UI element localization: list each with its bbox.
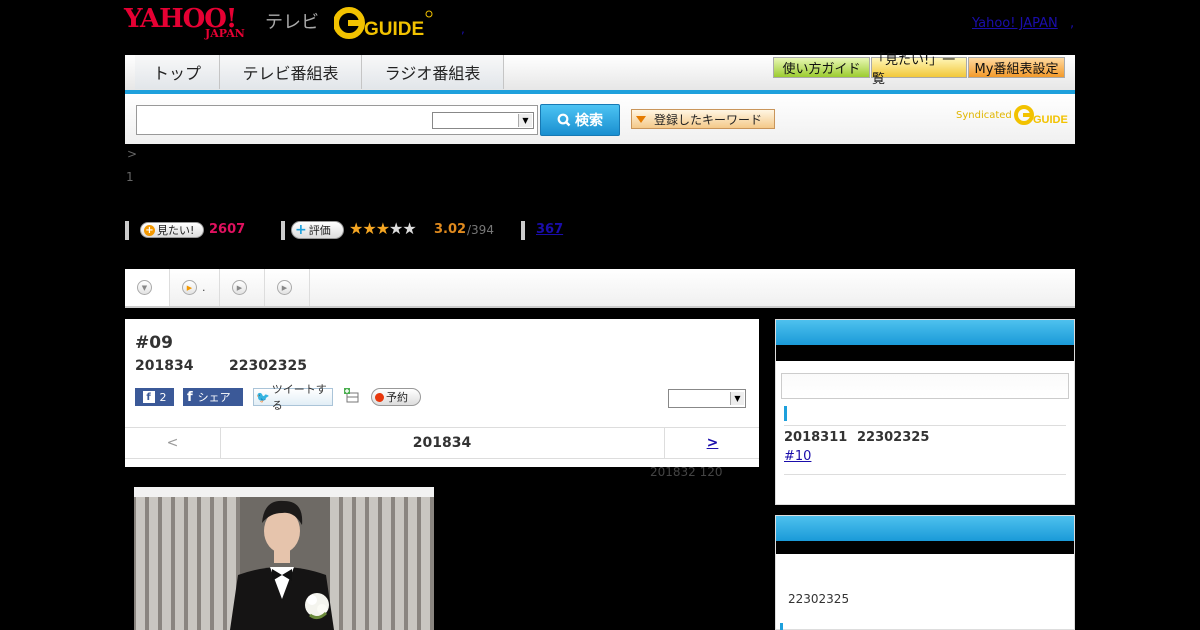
subtab-2-label: . xyxy=(202,281,206,294)
chevron-down-icon: ▼ xyxy=(518,114,532,127)
my-listings-settings-button[interactable]: My番組表設定 xyxy=(968,57,1065,78)
search-icon xyxy=(557,113,571,127)
rating-stars: ★★★★★ xyxy=(349,219,417,238)
syndicated-text: Syndicated xyxy=(956,109,1012,121)
stat-divider xyxy=(521,221,525,240)
subtab-4[interactable]: ▶ xyxy=(265,269,310,306)
chevron-down-circle-icon: ▼ xyxy=(137,280,152,295)
facebook-like-button[interactable]: f 2 xyxy=(135,388,174,406)
star-empty-icon: ★ xyxy=(402,219,416,238)
want-list-button[interactable]: 「見たい!」一覧 xyxy=(871,53,967,87)
facebook-icon: f xyxy=(187,389,193,405)
reserve-recording-button[interactable]: 予約 xyxy=(371,388,421,406)
star-empty-icon: ★ xyxy=(389,219,403,238)
stat-divider xyxy=(281,221,285,240)
sidebar-second-panel xyxy=(775,515,1075,630)
play-circle-icon: ▶ xyxy=(182,280,197,295)
program-date: 201834 xyxy=(135,358,194,374)
yahoo-japan-sublogo: JAPAN xyxy=(205,27,245,40)
next-episode-link[interactable]: #10 xyxy=(784,449,811,464)
search-button[interactable]: 検索 xyxy=(540,104,620,136)
sidebar-accent-bar xyxy=(784,406,787,421)
next-broadcast-date: 2018311 xyxy=(784,430,848,445)
review-count-link[interactable]: 367 xyxy=(536,222,563,237)
program-photo xyxy=(134,487,434,630)
bookmark-add-icon[interactable] xyxy=(344,388,359,403)
want-button-label: 見たい! xyxy=(157,224,195,237)
want-count: 2607 xyxy=(209,222,246,237)
want-button[interactable]: + 見たい! xyxy=(140,222,204,238)
tweet-label: ツイートする xyxy=(271,383,327,412)
program-subtabs: ▼ ▶ . ▶ ▶ xyxy=(125,269,1075,308)
subtab-3[interactable]: ▶ xyxy=(220,269,265,306)
stat-divider xyxy=(125,221,129,240)
rating-value: 3.02 xyxy=(434,222,467,237)
gguide-small-logo: GUIDE xyxy=(1013,105,1068,126)
nav-tab-tv-listings[interactable]: テレビ番組表 xyxy=(220,55,362,89)
syndicated-badge: Syndicated GUIDE xyxy=(956,104,1070,126)
header-dot-link[interactable]: , xyxy=(461,22,465,36)
sidebar-accent-bar xyxy=(780,623,783,630)
yahoo-japan-link[interactable]: Yahoo! JAPAN xyxy=(972,16,1058,31)
rating-count: /394 xyxy=(467,223,494,237)
sidebar-divider xyxy=(784,474,1066,475)
sidebar-panel-header xyxy=(776,516,1074,541)
gguide-logo[interactable]: GUIDE xyxy=(333,6,434,40)
subtab-2[interactable]: ▶ . xyxy=(170,269,220,306)
current-day: 201834 xyxy=(412,435,472,451)
next-broadcast-time: 22302325 xyxy=(857,430,930,445)
play-circle-icon: ▶ xyxy=(232,280,247,295)
gguide-logo-text: GUIDE xyxy=(364,19,424,40)
subtab-details[interactable]: ▼ xyxy=(125,269,170,306)
nav-tab-radio-listings[interactable]: ラジオ番組表 xyxy=(362,55,504,89)
reserve-label: 予約 xyxy=(386,391,408,404)
rate-button[interactable]: + 評価 xyxy=(291,221,344,239)
sidebar-panel-subheader xyxy=(776,541,1074,554)
tweet-button[interactable]: 🐦 ツイートする xyxy=(253,383,333,412)
facebook-like-count: 2 xyxy=(159,390,167,404)
plus-icon: + xyxy=(144,224,155,236)
sidebar-panel-header xyxy=(776,320,1074,345)
prev-day-button[interactable]: < xyxy=(125,428,221,458)
twitter-bird-icon: 🐦 xyxy=(256,390,270,404)
play-circle-icon: ▶ xyxy=(277,280,292,295)
sidebar-panel2-time: 22302325 xyxy=(788,592,850,606)
tv-logo-text: テレビ xyxy=(265,12,319,33)
sidebar-next-broadcast-panel xyxy=(775,319,1075,505)
chevron-down-icon: ▼ xyxy=(730,392,744,405)
record-icon xyxy=(375,392,384,402)
program-action-select[interactable]: ▼ xyxy=(668,389,746,408)
star-filled-icon: ★ xyxy=(349,219,363,238)
facebook-icon: f xyxy=(142,391,155,403)
registered-keywords-button[interactable]: 登録したキーワード xyxy=(631,109,775,129)
star-filled-icon: ★ xyxy=(375,219,390,238)
header-right-dot[interactable]: , xyxy=(1070,16,1074,31)
guide-button[interactable]: 使い方ガイド xyxy=(773,57,870,78)
search-category-select[interactable]: ▼ xyxy=(432,112,534,129)
update-note: 201832 120 xyxy=(650,465,723,479)
program-title: #09 xyxy=(135,333,173,353)
rate-button-label: 評価 xyxy=(308,224,331,237)
breadcrumb-sub: 1 xyxy=(126,170,134,184)
sidebar-divider xyxy=(784,425,1066,426)
breadcrumb[interactable]: > xyxy=(127,147,137,161)
sidebar-panel-subheader xyxy=(776,345,1074,361)
triangle-down-icon xyxy=(636,115,646,123)
facebook-share-button[interactable]: f シェア xyxy=(183,388,243,406)
next-day-link[interactable]: > xyxy=(664,428,760,458)
sidebar-search-box[interactable] xyxy=(781,373,1069,399)
gguide-small-logo-text: GUIDE xyxy=(1033,114,1068,126)
program-time: 22302325 xyxy=(229,358,307,374)
plus-icon: + xyxy=(295,222,307,238)
registered-keywords-label: 登録したキーワード xyxy=(654,112,763,127)
star-filled-icon: ★ xyxy=(362,219,376,238)
search-button-label: 検索 xyxy=(575,113,603,129)
nav-tab-top[interactable]: トップ xyxy=(135,55,220,89)
day-navigation: < 201834 > xyxy=(125,427,759,459)
facebook-share-label: シェア xyxy=(197,391,231,404)
